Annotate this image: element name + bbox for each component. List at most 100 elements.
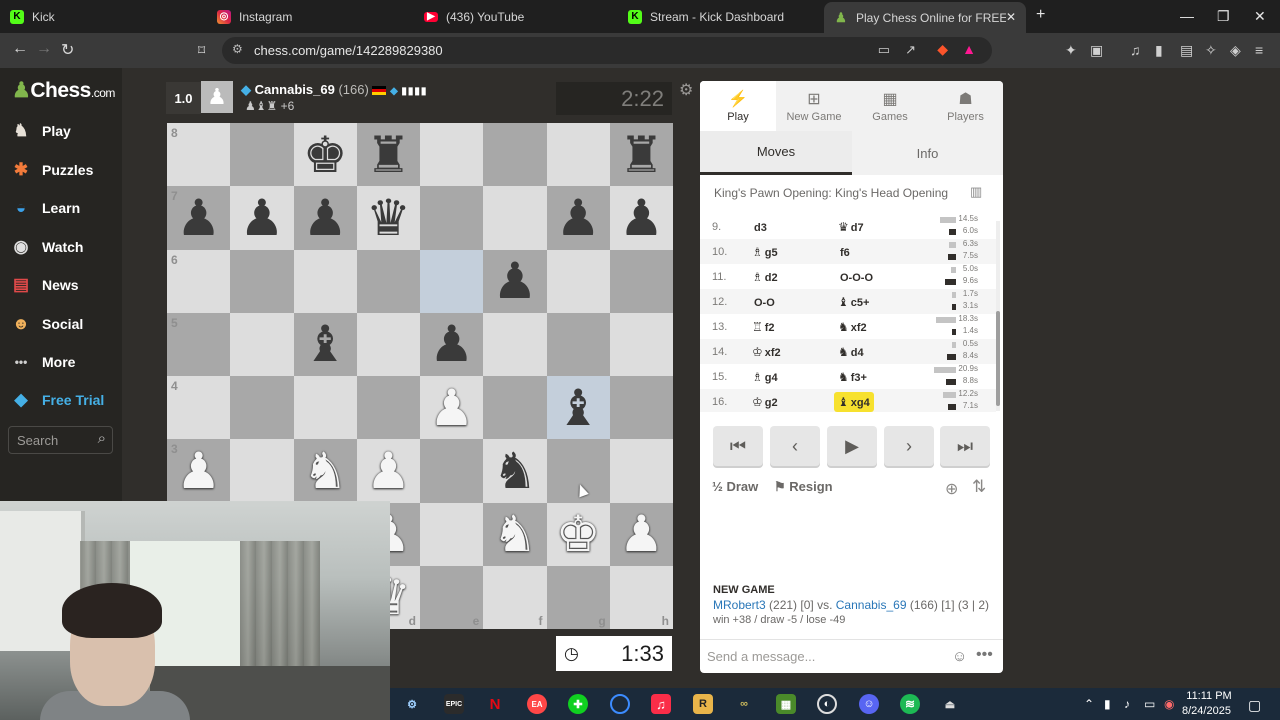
board-square[interactable] bbox=[609, 376, 673, 440]
minecraft-icon[interactable]: ▦ bbox=[776, 694, 796, 714]
board-square[interactable]: ♚ bbox=[293, 123, 357, 187]
board-square[interactable] bbox=[230, 376, 294, 440]
ea-icon[interactable]: EA bbox=[527, 694, 547, 714]
board-square[interactable] bbox=[483, 376, 547, 440]
draw-button[interactable]: ½ Draw bbox=[712, 479, 758, 494]
board-square[interactable] bbox=[420, 502, 484, 566]
sidebar-item-news[interactable]: ▤ News bbox=[10, 272, 79, 298]
brave-rewards-icon[interactable]: ▲ bbox=[962, 41, 976, 57]
cast-icon[interactable]: ▭ bbox=[878, 42, 890, 58]
black-rook-icon[interactable]: ♜ bbox=[366, 130, 411, 180]
board-square[interactable]: ♞ bbox=[293, 439, 357, 503]
white-move[interactable]: ♗ d2 bbox=[752, 270, 778, 284]
emoji-icon[interactable]: ☺ bbox=[952, 648, 967, 665]
player1-link[interactable]: MRobert3 bbox=[713, 598, 766, 612]
black-pawn-icon[interactable]: ♟ bbox=[176, 193, 221, 243]
recording-icon[interactable]: ◉ bbox=[1164, 697, 1174, 711]
tray-time[interactable]: 11:11 PM bbox=[1184, 690, 1234, 702]
opponent-name-line[interactable]: ◆ Cannabis_69 (166) ◆ ▮▮▮▮ bbox=[241, 82, 427, 98]
black-move[interactable]: ♛ d7 bbox=[834, 217, 868, 237]
white-move[interactable]: ♔ xf2 bbox=[752, 345, 781, 359]
browser-icon[interactable] bbox=[610, 694, 630, 714]
trash-icon[interactable]: ▥ bbox=[970, 184, 982, 200]
board-square[interactable]: 7 ♟ bbox=[167, 186, 231, 250]
avatar[interactable]: ♟ bbox=[201, 81, 233, 113]
black-king-icon[interactable]: ♚ bbox=[303, 130, 348, 180]
black-pawn-icon[interactable]: ♟ bbox=[303, 193, 348, 243]
white-pawn-icon[interactable]: ♟ bbox=[176, 446, 221, 496]
white-knight-icon[interactable]: ♞ bbox=[303, 446, 348, 496]
sidebar-item-free-trial[interactable]: ◆ Free Trial bbox=[10, 387, 104, 413]
board-square[interactable]: ♞ bbox=[483, 502, 547, 566]
white-knight-icon[interactable]: ♞ bbox=[492, 509, 537, 559]
black-queen-icon[interactable]: ♛ bbox=[366, 193, 411, 243]
board-square[interactable] bbox=[230, 439, 294, 503]
black-pawn-icon[interactable]: ♟ bbox=[429, 319, 474, 369]
board-square[interactable] bbox=[230, 123, 294, 187]
board-square[interactable]: ♛ bbox=[356, 186, 420, 250]
black-move[interactable]: ♞ f3+ bbox=[834, 367, 871, 387]
board-square[interactable]: ♟ bbox=[609, 502, 673, 566]
add-friend-icon[interactable]: ⊕ bbox=[945, 479, 958, 499]
forward-icon[interactable]: → bbox=[36, 40, 52, 58]
black-knight-icon[interactable]: ♞ bbox=[492, 446, 537, 496]
black-rook-icon[interactable]: ♜ bbox=[619, 130, 664, 180]
steam-icon[interactable]: ⚙ bbox=[402, 694, 422, 714]
board-square[interactable] bbox=[420, 186, 484, 250]
gear-icon[interactable]: ⚙ bbox=[679, 80, 693, 100]
tray-date[interactable]: 8/24/2025 bbox=[1182, 705, 1231, 717]
tab-kick-dashboard[interactable]: K Stream - Kick Dashboard bbox=[618, 0, 823, 33]
close-tab-icon[interactable]: ✕ bbox=[1006, 10, 1016, 24]
board-square[interactable]: h bbox=[609, 565, 673, 629]
board-square[interactable]: ♟ bbox=[356, 439, 420, 503]
microphone-icon[interactable]: ▮ bbox=[1104, 697, 1111, 711]
obs-icon[interactable]: ∞ bbox=[734, 694, 754, 714]
board-square[interactable]: 3 ♟ bbox=[167, 439, 231, 503]
board-square[interactable]: e bbox=[420, 565, 484, 629]
minimize-icon[interactable]: — bbox=[1180, 8, 1194, 24]
spotify-icon[interactable]: ≋ bbox=[900, 694, 920, 714]
black-move[interactable]: f6 bbox=[834, 242, 854, 262]
board-square[interactable]: 8 bbox=[167, 123, 231, 187]
wallet-icon[interactable]: ▤ bbox=[1180, 42, 1193, 59]
bookmark-icon[interactable]: ⌑ bbox=[198, 42, 205, 59]
tab-info[interactable]: Info bbox=[852, 131, 1003, 175]
board-square[interactable] bbox=[356, 376, 420, 440]
last-move-button[interactable]: ⏭ bbox=[940, 426, 990, 466]
resign-button[interactable]: ⚑ Resign bbox=[774, 479, 833, 495]
new-tab-icon[interactable]: + bbox=[1036, 6, 1045, 24]
white-king-icon[interactable]: ♚ bbox=[556, 509, 601, 559]
tab-kick[interactable]: K Kick bbox=[0, 0, 205, 33]
music-icon[interactable]: ♫ bbox=[1130, 42, 1141, 58]
white-pawn-icon[interactable]: ♟ bbox=[429, 383, 474, 433]
sidebar-item-learn[interactable]: ◒ Learn bbox=[10, 195, 80, 221]
sidebar-item-puzzles[interactable]: ✱ Puzzles bbox=[10, 157, 93, 183]
board-square[interactable] bbox=[483, 123, 547, 187]
board-square[interactable]: ♝ bbox=[293, 312, 357, 376]
more-options-icon[interactable]: ••• bbox=[976, 646, 993, 664]
board-square[interactable]: ♟ bbox=[230, 186, 294, 250]
black-move[interactable]: ♞ d4 bbox=[834, 342, 868, 362]
board-square[interactable] bbox=[293, 249, 357, 313]
url-bar[interactable]: ⚙ chess.com/game/142289829380 ▭ ↗ ◆ ▲ bbox=[222, 37, 992, 64]
black-pawn-icon[interactable]: ♟ bbox=[239, 193, 284, 243]
itunes-icon[interactable]: ♫ bbox=[651, 694, 671, 714]
board-square[interactable]: ♟ bbox=[483, 249, 547, 313]
black-pawn-icon[interactable]: ♟ bbox=[556, 193, 601, 243]
tab-youtube[interactable]: ▶ (436) YouTube bbox=[414, 0, 619, 33]
tab-new-game[interactable]: ⊞ New Game bbox=[776, 81, 852, 131]
black-bishop-icon[interactable]: ♝ bbox=[303, 319, 348, 369]
board-square[interactable] bbox=[356, 312, 420, 376]
white-move[interactable]: ♗ g5 bbox=[752, 245, 778, 259]
black-move[interactable]: ♝ xg4 bbox=[834, 392, 874, 412]
board-square[interactable] bbox=[609, 312, 673, 376]
sidebar-item-more[interactable]: ••• More bbox=[10, 349, 76, 375]
board-square[interactable] bbox=[230, 249, 294, 313]
extensions-icon[interactable]: ✦ bbox=[1065, 42, 1077, 59]
vpn-icon[interactable]: ◈ bbox=[1230, 42, 1241, 59]
white-move[interactable]: O-O bbox=[752, 295, 775, 309]
board-square[interactable] bbox=[293, 376, 357, 440]
epic-games-icon[interactable]: EPIC bbox=[444, 694, 464, 714]
board-square[interactable]: ♝ bbox=[546, 376, 610, 440]
tab-moves[interactable]: Moves bbox=[700, 131, 852, 175]
